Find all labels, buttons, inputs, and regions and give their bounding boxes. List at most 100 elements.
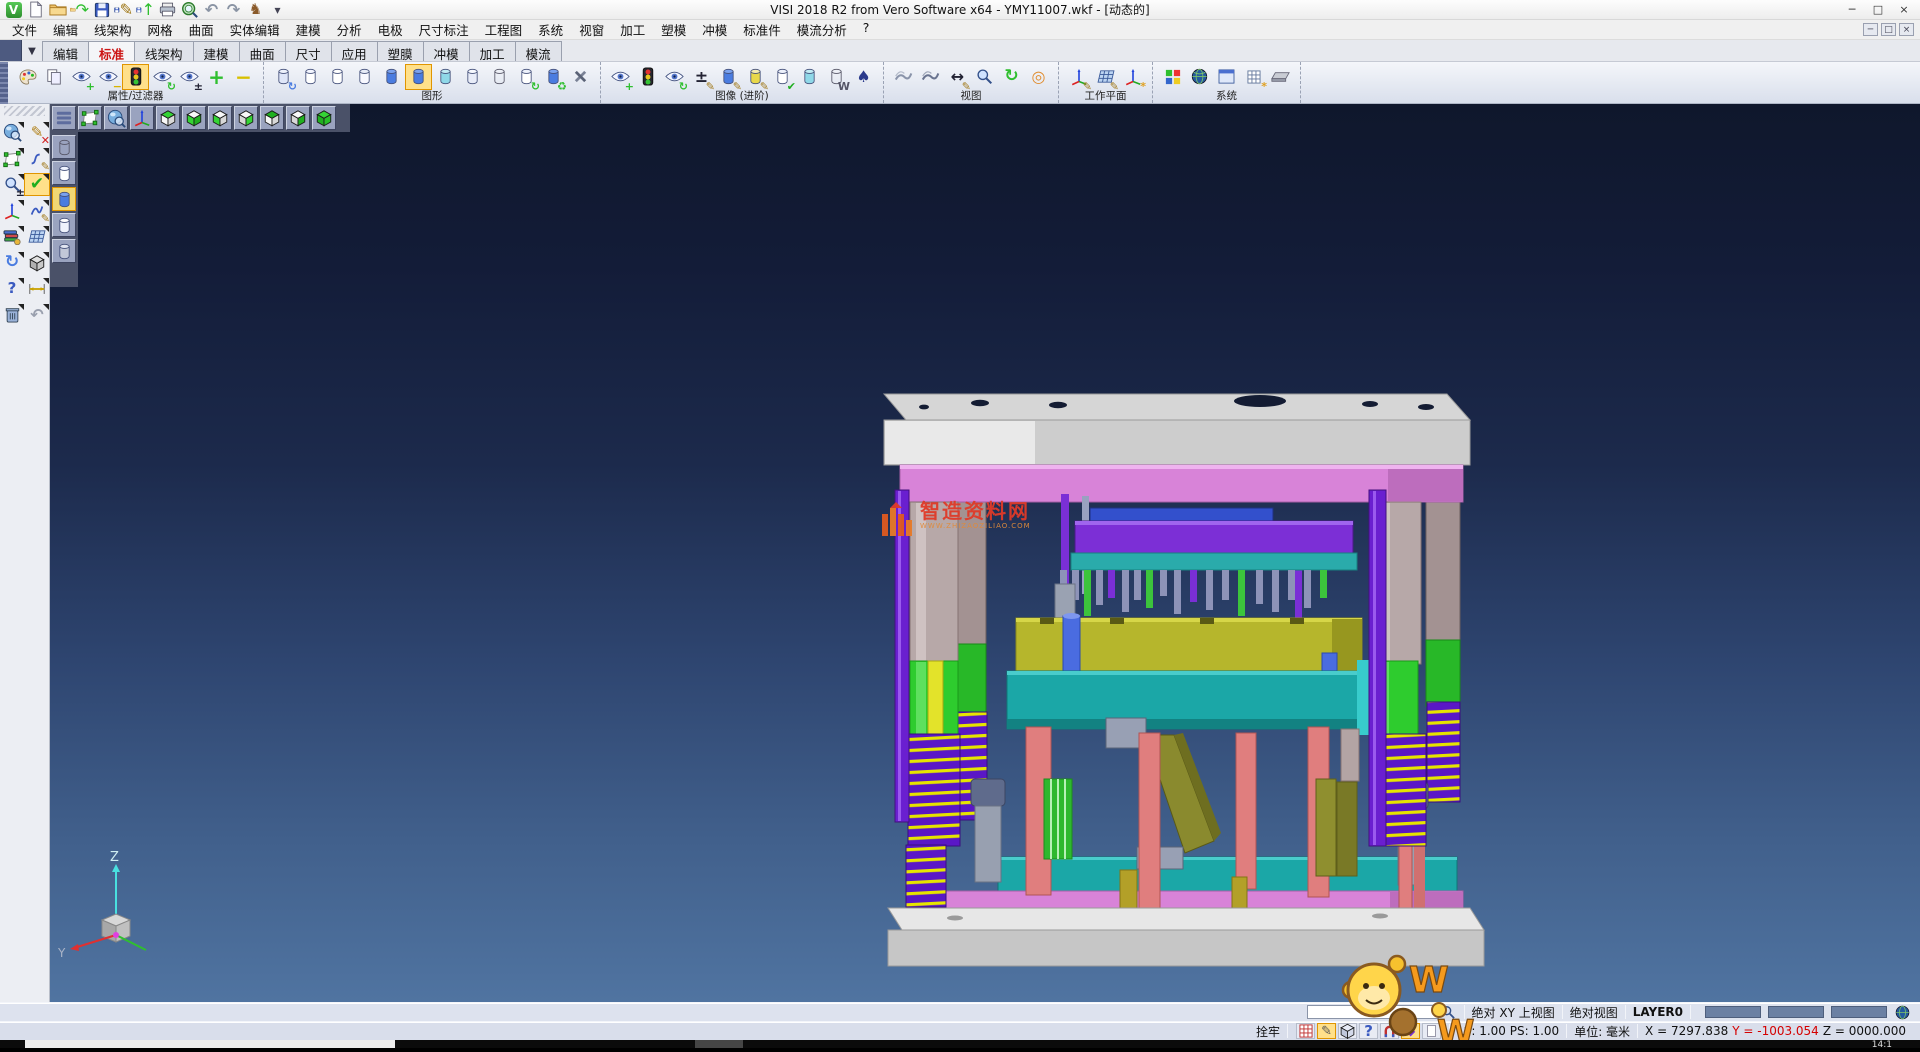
cylinder-outline3-icon[interactable] xyxy=(351,64,378,90)
model-cavity-stack[interactable] xyxy=(1071,508,1357,570)
cube-right-icon[interactable] xyxy=(234,106,258,130)
pencil-spline-icon[interactable]: ✎ xyxy=(25,148,49,169)
cylinder-recycle-icon[interactable]: ♻ xyxy=(540,64,567,90)
save-all-icon[interactable]: ↑ xyxy=(136,1,155,19)
open-folder-icon[interactable] xyxy=(48,1,67,19)
menu-item[interactable]: 电极 xyxy=(370,19,411,40)
axes-pencil-icon[interactable]: ✎ xyxy=(1065,64,1092,90)
tab-应用[interactable]: 应用 xyxy=(331,41,378,61)
cylinder-shaded-icon[interactable] xyxy=(52,187,76,211)
color-swatch[interactable] xyxy=(1831,1006,1887,1018)
rotate-green-icon[interactable]: ↻ xyxy=(998,64,1025,90)
zoom-scale-icon[interactable]: ± xyxy=(0,174,24,195)
3d-model[interactable]: Z Y xyxy=(50,104,1920,1002)
menu-item[interactable]: 编辑 xyxy=(45,19,86,40)
eye-minus-icon[interactable]: − xyxy=(95,64,122,90)
cylinder-wire-w-icon[interactable]: W xyxy=(823,64,850,90)
eye-plus2-icon[interactable]: + xyxy=(607,64,634,90)
macro-record-icon[interactable]: ♞ xyxy=(246,1,265,19)
tab-标准[interactable]: 标准 xyxy=(88,41,135,61)
cube-bottom-icon[interactable] xyxy=(182,106,206,130)
axes-star-icon[interactable]: * xyxy=(1119,64,1146,90)
cylinder-pencil-blue-icon[interactable]: ✎ xyxy=(715,64,742,90)
window-blue-icon[interactable] xyxy=(1213,64,1240,90)
cylinder-blue-sel-icon[interactable] xyxy=(405,64,432,90)
tab-线架构[interactable]: 线架构 xyxy=(134,41,194,61)
tab-编辑[interactable]: 编辑 xyxy=(42,41,89,61)
cylinder-refresh-icon[interactable]: ↻ xyxy=(270,64,297,90)
visi-logo[interactable]: V xyxy=(4,1,23,19)
axes-triad-icon[interactable] xyxy=(0,200,24,221)
menu-item[interactable]: 曲面 xyxy=(181,19,222,40)
undo-icon[interactable]: ↶ xyxy=(202,1,221,19)
eye-plusminus-icon[interactable]: ± xyxy=(176,64,203,90)
marker-white-icon[interactable] xyxy=(1422,1023,1441,1039)
close-button[interactable]: × xyxy=(1892,2,1916,18)
cylinder-flat-mode-icon[interactable] xyxy=(52,213,76,237)
trash-delete-icon[interactable] xyxy=(0,304,24,325)
cylinder-green-refresh-icon[interactable]: ↻ xyxy=(513,64,540,90)
cube-top-icon[interactable] xyxy=(156,106,180,130)
cylinder-blue-icon[interactable] xyxy=(378,64,405,90)
cube-back-icon[interactable] xyxy=(260,106,284,130)
menu-item[interactable]: 塑模 xyxy=(653,19,694,40)
cube-front-icon[interactable] xyxy=(286,106,310,130)
sphere-magnifier-icon[interactable] xyxy=(104,106,128,130)
model-yellow-plate[interactable] xyxy=(1016,613,1362,673)
menu-item[interactable]: 网格 xyxy=(140,19,181,40)
tab-尺寸[interactable]: 尺寸 xyxy=(285,41,332,61)
cube-iso-icon[interactable] xyxy=(312,106,336,130)
eye-refresh2-icon[interactable]: ↻ xyxy=(661,64,688,90)
menu-item[interactable]: 分析 xyxy=(329,19,370,40)
tab-塑膜[interactable]: 塑膜 xyxy=(377,41,424,61)
cylinder-cyan-icon[interactable] xyxy=(432,64,459,90)
plus-green-icon[interactable]: + xyxy=(203,64,230,90)
cylinder-hatch-icon[interactable] xyxy=(52,239,76,263)
cylinder-cyan2-icon[interactable] xyxy=(796,64,823,90)
globe-icon[interactable] xyxy=(1895,1005,1910,1020)
tab-模流[interactable]: 模流 xyxy=(515,41,562,61)
pencil-delete-icon[interactable]: ✎✕ xyxy=(25,122,49,143)
plusminus-pencil-icon[interactable]: ±✎ xyxy=(688,64,715,90)
tab-建模[interactable]: 建模 xyxy=(193,41,240,61)
cylinder-outline-icon[interactable] xyxy=(297,64,324,90)
mdi-minimize-button[interactable]: ─ xyxy=(1863,23,1878,36)
cylinder-pencil-yellow-icon[interactable]: ✎ xyxy=(742,64,769,90)
print-icon[interactable] xyxy=(158,1,177,19)
sphere-magnifier-icon[interactable] xyxy=(0,122,24,143)
workplane-box-icon[interactable] xyxy=(1338,1023,1357,1039)
color-swatch[interactable] xyxy=(1768,1006,1824,1018)
slab-grey-icon[interactable] xyxy=(1267,64,1294,90)
dropdown-arrow-icon[interactable]: ▾ xyxy=(268,1,287,19)
taskbar-window-button[interactable] xyxy=(25,1040,395,1048)
menu-item[interactable]: 线架构 xyxy=(86,19,140,40)
cube-grey-icon[interactable] xyxy=(25,252,49,273)
import-file-icon[interactable]: ↷ xyxy=(70,1,89,19)
cylinder-outline2-icon[interactable] xyxy=(324,64,351,90)
undo-grey-icon[interactable]: ↶ xyxy=(25,304,49,325)
menu-lines-icon[interactable] xyxy=(52,106,76,130)
cylinder-wireframe-icon[interactable] xyxy=(52,135,76,159)
search-icon[interactable] xyxy=(1441,1005,1455,1019)
check-confirm-icon[interactable]: ✔ xyxy=(25,174,49,195)
menu-item[interactable]: 实体编辑 xyxy=(222,19,288,40)
new-document-icon[interactable] xyxy=(26,1,45,19)
tools-cross-icon[interactable] xyxy=(567,64,594,90)
view-mode-label[interactable]: 绝对 XY 上视图 xyxy=(1472,1004,1555,1021)
color-swatch[interactable] xyxy=(1705,1006,1761,1018)
redo-icon[interactable]: ↷ xyxy=(224,1,243,19)
plane-pencil-icon[interactable]: ✎ xyxy=(1092,64,1119,90)
menu-item[interactable]: ? xyxy=(855,19,878,40)
cylinder-wire-icon[interactable] xyxy=(486,64,513,90)
save-as-icon[interactable]: ✎ xyxy=(114,1,133,19)
menu-item[interactable]: 系统 xyxy=(530,19,571,40)
measure-width-icon[interactable] xyxy=(25,278,49,299)
save-icon[interactable] xyxy=(92,1,111,19)
cylinder-flat-icon[interactable] xyxy=(459,64,486,90)
spade-blue-icon[interactable]: ♠ xyxy=(850,64,877,90)
menu-item[interactable]: 建模 xyxy=(288,19,329,40)
tab-加工[interactable]: 加工 xyxy=(469,41,516,61)
menu-item[interactable]: 冲模 xyxy=(694,19,735,40)
tab-冲模[interactable]: 冲模 xyxy=(423,41,470,61)
eye-refresh-icon[interactable]: ↻ xyxy=(149,64,176,90)
